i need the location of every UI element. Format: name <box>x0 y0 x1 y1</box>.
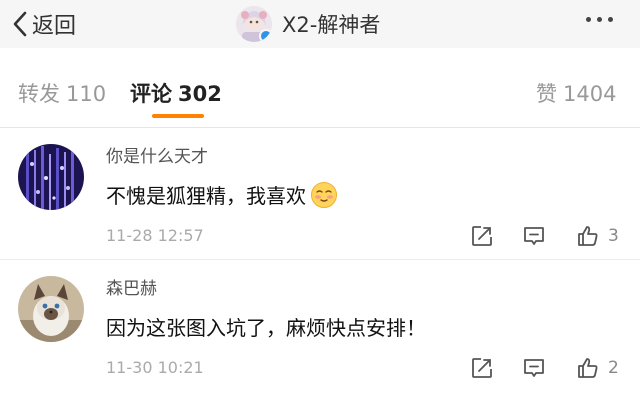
reply-button[interactable] <box>522 222 546 250</box>
comment-item: 森巴赫 因为这张图入坑了，麻烦快点安排！ 11-30 10:21 2 <box>0 262 640 392</box>
account-avatar[interactable] <box>236 6 272 42</box>
thumbs-up-icon <box>578 358 598 378</box>
tab-comment-label: 评论 <box>130 82 172 106</box>
page-title: X2-解神者 <box>282 13 381 37</box>
comment-text-body: 不愧是狐狸精，我喜欢 <box>106 184 306 208</box>
comment-text: 因为这张图入坑了，麻烦快点安排！ <box>106 316 426 340</box>
verified-badge-icon <box>259 29 272 42</box>
avatar-image <box>18 276 84 342</box>
back-label: 返回 <box>32 14 77 39</box>
tab-bar: 转发 110 评论 302 赞 1404 <box>0 48 640 128</box>
share-icon <box>472 358 492 378</box>
avatar[interactable] <box>18 276 84 342</box>
reply-button[interactable] <box>522 354 546 382</box>
nav-bar: 返回 X2-解神者 <box>0 0 640 48</box>
tab-like-count: 1404 <box>563 82 617 106</box>
dot <box>597 17 602 22</box>
dot <box>608 17 613 22</box>
tab-repost[interactable]: 转发 110 <box>18 78 106 108</box>
comment-timestamp: 11-28 12:57 <box>106 226 204 245</box>
tab-comment[interactable]: 评论 302 <box>130 78 222 108</box>
tab-comment-count: 302 <box>178 82 222 106</box>
like-count: 3 <box>608 226 619 246</box>
like-button[interactable]: 3 <box>576 222 619 250</box>
comment-icon <box>524 359 544 377</box>
like-count: 2 <box>608 358 619 378</box>
more-dots-icon[interactable] <box>586 17 613 22</box>
share-button[interactable] <box>470 222 494 250</box>
tab-like-label: 赞 <box>536 82 557 106</box>
comment-icon <box>524 227 544 245</box>
comment-username[interactable]: 森巴赫 <box>106 274 157 299</box>
comment-username[interactable]: 你是什么天才 <box>106 142 208 167</box>
share-button[interactable] <box>470 354 494 382</box>
comment-text: 不愧是狐狸精，我喜欢 <box>106 180 338 209</box>
shy-face-emoji-icon <box>311 181 337 208</box>
chevron-left-icon <box>13 11 27 37</box>
dot <box>586 17 591 22</box>
comment-item: 你是什么天才 不愧是狐狸精，我喜欢 11-28 12:57 3 <box>0 130 640 260</box>
active-tab-indicator <box>152 114 204 118</box>
comment-timestamp: 11-30 10:21 <box>106 358 204 377</box>
tab-like[interactable]: 赞 1404 <box>536 78 616 108</box>
account-header[interactable]: X2-解神者 <box>236 4 380 44</box>
share-icon <box>472 226 492 246</box>
avatar[interactable] <box>18 144 84 210</box>
back-button[interactable]: 返回 <box>10 6 76 42</box>
avatar-image <box>18 144 84 210</box>
tab-repost-count: 110 <box>66 82 107 106</box>
tab-repost-label: 转发 <box>18 82 60 106</box>
thumbs-up-icon <box>578 226 598 246</box>
like-button[interactable]: 2 <box>576 354 619 382</box>
